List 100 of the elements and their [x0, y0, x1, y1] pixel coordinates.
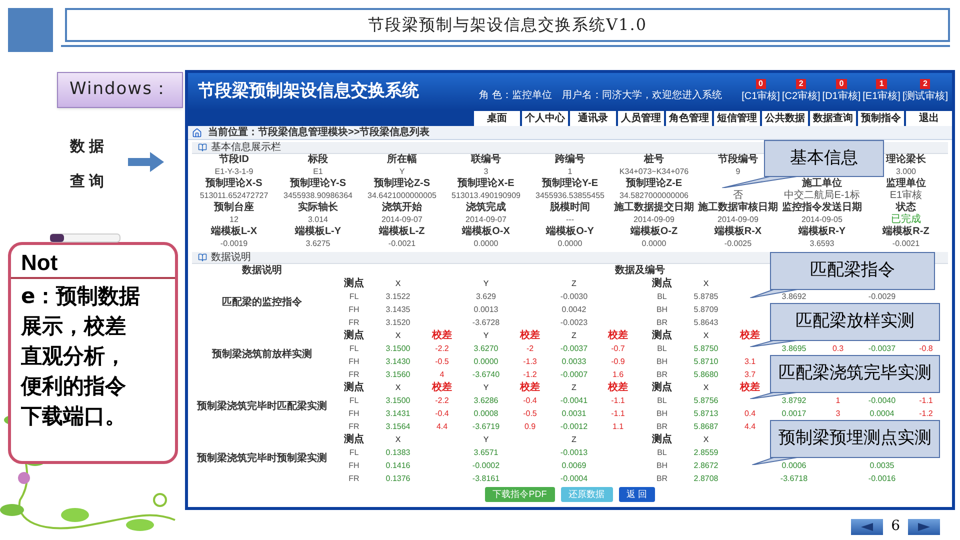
table-cell: 3.6571 [474, 448, 498, 456]
nav-tab[interactable]: 退出 [906, 111, 952, 126]
field-value: 2014-09-09 [718, 216, 758, 224]
next-button[interactable] [908, 518, 940, 534]
column-header: X [703, 280, 709, 288]
column-header: Z [572, 332, 576, 340]
action-button[interactable]: 返 回 [618, 487, 656, 502]
column-header: Y [483, 436, 489, 444]
field-label: 浇筑开始 [382, 203, 422, 213]
table-cell: 3.1500 [386, 344, 410, 352]
field-label: 状态 [896, 203, 916, 213]
column-header: 校差 [520, 382, 540, 392]
review-link[interactable]: [D1审核] [822, 89, 861, 104]
field-value: E1-Y-3-1-9 [214, 168, 254, 176]
table-cell: 0.0000 [474, 358, 498, 366]
column-header: 数据说明 [242, 266, 282, 276]
table-cell: 5.8687 [694, 422, 718, 430]
table-cell: 0.0031 [562, 410, 586, 418]
field-value: 2014-09-05 [802, 216, 842, 224]
field-label: 所在幅 [387, 155, 417, 165]
field-value: 34.6421000000005 [368, 192, 436, 200]
review-link[interactable]: [E1审核] [862, 89, 900, 104]
field-label: 端模板L-X [210, 227, 258, 237]
column-header: 校差 [608, 382, 628, 392]
table-cell: BL [657, 292, 667, 300]
column-header: 数据及编号 [615, 266, 665, 276]
row-label: 预制梁浇筑完毕时匹配梁实测 [197, 402, 327, 412]
table-cell: 5.8785 [694, 292, 718, 300]
field-label: 联编号 [471, 155, 501, 165]
table-cell: BL [657, 344, 667, 352]
field-label: 跨编号 [555, 155, 585, 165]
count-badge: 2 [796, 79, 806, 89]
arrow-icon [128, 152, 164, 172]
table-cell: BL [657, 396, 667, 404]
table-cell: FR [348, 318, 360, 326]
table-cell: 0.0004 [870, 410, 894, 418]
column-header: 校差 [432, 382, 452, 392]
column-header: 测点 [344, 278, 364, 288]
nav-tab[interactable]: 公共数据 [762, 111, 808, 126]
table-cell: FR [348, 474, 360, 482]
field-value: -0.0021 [388, 240, 416, 248]
column-header: 测点 [652, 434, 672, 444]
table-cell: FR [348, 422, 360, 430]
nav-tab[interactable]: 预制指令 [858, 111, 904, 126]
nav-tab[interactable]: 数据查询 [810, 111, 856, 126]
column-header: 校差 [608, 330, 628, 340]
table-cell: -0.7 [611, 344, 625, 352]
field-value: 2014-09-07 [382, 216, 422, 224]
table-cell: -1.2 [523, 370, 537, 378]
nav-tab[interactable]: 短信管理 [714, 111, 760, 126]
field-label: 端模板L-Y [294, 227, 342, 237]
table-cell: 3.8792 [782, 396, 806, 404]
field-value: 3.6275 [306, 240, 330, 248]
nav-tab[interactable]: 通讯录 [570, 111, 616, 126]
table-cell: 0.4 [744, 410, 756, 418]
field-label: 端模板R-Y [798, 227, 846, 237]
query-label: 查询 [70, 172, 108, 192]
column-header: Y [483, 332, 489, 340]
nav-tab[interactable]: 个人中心 [522, 111, 568, 126]
table-cell: FH [348, 358, 360, 366]
app-title: 节段梁预制架设信息交换系统 [198, 80, 419, 103]
column-header: Z [572, 384, 576, 392]
table-cell: BH [656, 462, 668, 470]
table-cell: FH [348, 306, 360, 314]
field-label: 预制理论Y-S [290, 179, 346, 189]
table-cell: -0.5 [523, 410, 537, 418]
table-cell: 1 [836, 396, 840, 404]
field-label: 标段 [308, 155, 328, 165]
nav-tab[interactable]: 桌面 [474, 111, 520, 126]
nav-tab[interactable]: 人员管理 [618, 111, 664, 126]
table-cell: 0.0069 [562, 462, 586, 470]
previous-button[interactable] [851, 518, 884, 534]
table-cell: -0.0029 [868, 292, 896, 300]
table-cell: 3.1500 [386, 396, 410, 404]
table-cell: 0.1383 [386, 448, 410, 456]
review-link[interactable]: [C2审核] [782, 89, 820, 104]
table-cell: -0.8 [919, 344, 933, 352]
field-label: 预制理论Y-E [542, 179, 598, 189]
field-value: 2014-09-09 [634, 216, 674, 224]
column-header: X [395, 436, 401, 444]
table-cell: -1.2 [919, 410, 933, 418]
left-triangle-icon [861, 522, 874, 530]
field-value: 3.6593 [810, 240, 834, 248]
field-value: 513011.652472727 [200, 192, 268, 200]
review-link[interactable]: [C1审核] [742, 89, 780, 104]
home-icon[interactable] [192, 128, 202, 138]
field-value: 3 [484, 168, 488, 176]
table-cell: 3.8692 [782, 292, 806, 300]
table-cell: -0.0007 [560, 370, 588, 378]
review-link[interactable]: [测试审核] [902, 89, 948, 104]
column-header: 测点 [652, 330, 672, 340]
nav-tab[interactable]: 角色管理 [666, 111, 712, 126]
count-badge: 1 [876, 79, 887, 89]
table-cell: FH [348, 462, 360, 470]
table-cell: -0.0004 [560, 474, 588, 482]
title-marker [8, 8, 53, 52]
field-label: 预制理论Z-E [626, 179, 682, 189]
field-value: E1审核 [890, 191, 922, 201]
field-label: 脱模时间 [550, 203, 590, 213]
row-label: 预制梁浇筑前放样实测 [212, 350, 312, 360]
